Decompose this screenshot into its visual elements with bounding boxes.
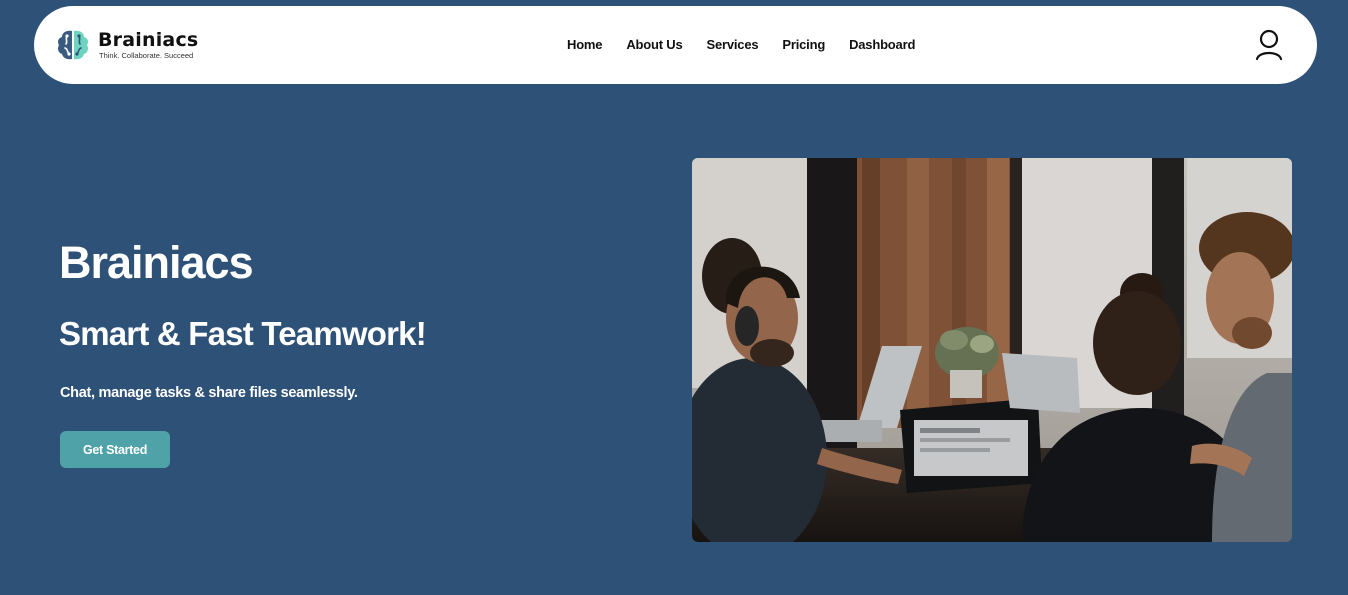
user-icon[interactable] xyxy=(1254,29,1284,61)
nav-link-services[interactable]: Services xyxy=(707,37,759,52)
nav-link-home[interactable]: Home xyxy=(567,37,603,52)
hero-description: Chat, manage tasks & share files seamles… xyxy=(60,385,358,401)
brand-logo[interactable]: Brainiacs Think. Collaborate. Succeed xyxy=(56,28,198,62)
hero-photo-illustration xyxy=(692,158,1292,542)
hero-image-people-working xyxy=(692,158,1292,542)
hero-title: Brainiacs xyxy=(59,237,254,288)
main-nav: Home About Us Services Pricing Dashboard xyxy=(567,37,939,52)
get-started-button[interactable]: Get Started xyxy=(60,431,170,468)
top-navbar: Brainiacs Think. Collaborate. Succeed Ho… xyxy=(34,6,1317,84)
hero-subtitle: Smart & Fast Teamwork! xyxy=(59,315,427,352)
brain-logo-icon xyxy=(58,30,88,60)
logo-text: Brainiacs Think. Collaborate. Succeed xyxy=(98,29,198,61)
nav-link-pricing[interactable]: Pricing xyxy=(782,37,825,52)
nav-link-dashboard[interactable]: Dashboard xyxy=(849,37,915,52)
logo-tagline: Think. Collaborate. Succeed xyxy=(99,51,194,60)
logo-title: Brainiacs xyxy=(98,29,199,51)
nav-link-about-us[interactable]: About Us xyxy=(626,37,682,52)
